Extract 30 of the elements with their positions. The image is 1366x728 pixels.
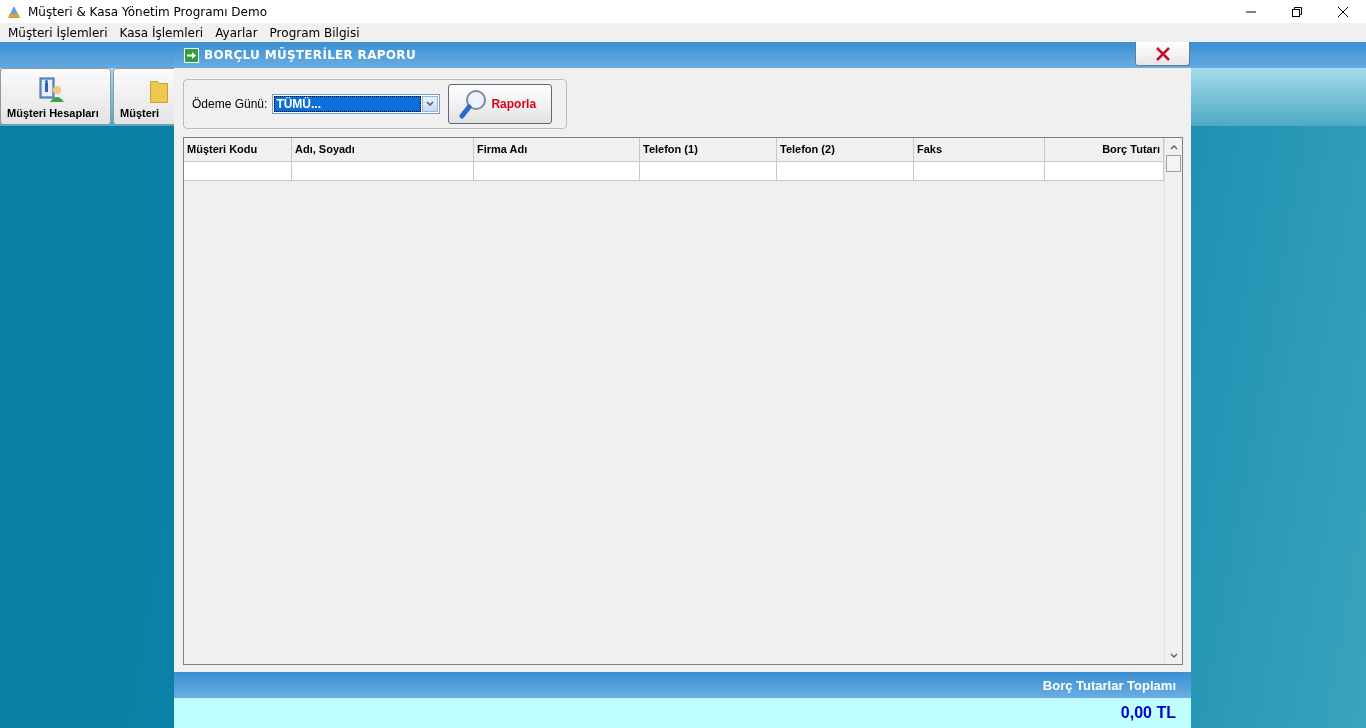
restore-icon <box>1292 6 1302 17</box>
address-book-icon <box>37 77 65 103</box>
close-button[interactable] <box>1135 42 1190 66</box>
table-cell[interactable] <box>184 162 292 181</box>
menu-item[interactable]: Ayarlar <box>209 25 264 40</box>
total-label: Borç Tutarlar Toplamı <box>1042 677 1176 693</box>
menu-item[interactable]: Müşteri İşlemleri <box>2 25 114 40</box>
close-icon <box>1338 6 1348 17</box>
scrollbar-thumb[interactable] <box>1166 155 1181 172</box>
chevron-down-icon <box>426 101 435 107</box>
table-cell[interactable] <box>292 162 474 181</box>
report-button[interactable]: Raporla <box>448 84 553 124</box>
scroll-up-icon[interactable] <box>1169 143 1178 150</box>
dialog-title: BORÇLU MÜŞTERİLER RAPORU <box>204 48 416 62</box>
table-cell[interactable] <box>777 162 914 181</box>
scrollbar[interactable] <box>1164 138 1182 664</box>
table-cell[interactable] <box>914 162 1045 181</box>
payment-day-dropdown[interactable]: TÜMÜ... <box>272 94 441 114</box>
close-icon <box>1155 46 1170 61</box>
table-cell[interactable] <box>474 162 640 181</box>
menu-item[interactable]: Program Bilgisi <box>263 25 366 40</box>
menu-item[interactable]: Kasa İşlemleri <box>113 25 210 40</box>
toolbar-button[interactable]: Müşteri Hesapları <box>0 68 111 125</box>
window-title: Müşteri & Kasa Yönetim Programı Demo <box>28 4 269 19</box>
total-value: 0,00 TL <box>1120 704 1176 722</box>
table-cell[interactable] <box>1045 162 1164 181</box>
table-cell[interactable] <box>640 162 777 181</box>
folder-icon <box>150 81 168 103</box>
scroll-down-icon[interactable] <box>1169 652 1178 659</box>
search-icon <box>459 89 488 119</box>
